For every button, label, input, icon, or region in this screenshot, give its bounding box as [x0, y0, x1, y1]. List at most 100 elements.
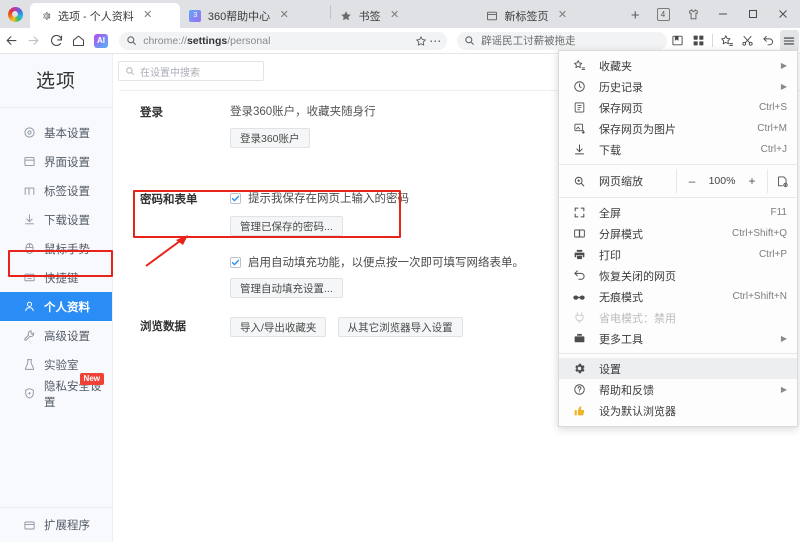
- settings-search-box[interactable]: 在设置中搜索: [118, 61, 264, 81]
- menu-item-fullscreen[interactable]: 全屏 F11: [559, 202, 797, 223]
- sidebar-item-interface[interactable]: 界面设置: [0, 147, 112, 176]
- import-from-other-browser-button[interactable]: 从其它浏览器导入设置: [337, 317, 463, 337]
- sidebar-item-download[interactable]: 下载设置: [0, 205, 112, 234]
- ai-assistant-button[interactable]: AI: [90, 28, 112, 54]
- tab-close-button[interactable]: ✕: [387, 8, 403, 24]
- sidebar-item-shortcuts[interactable]: 快捷键: [0, 263, 112, 292]
- menu-item-download[interactable]: 下载 Ctrl+J: [559, 139, 797, 160]
- menu-item-split-screen[interactable]: 分屏模式 Ctrl+Shift+Q: [559, 223, 797, 244]
- sidebar-item-mouse-gesture[interactable]: 鼠标手势: [0, 234, 112, 263]
- menu-item-help-feedback[interactable]: 帮助和反馈 ▶: [559, 379, 797, 400]
- tab-count-button[interactable]: 4: [648, 0, 678, 28]
- import-export-bookmarks-button[interactable]: 导入/导出收藏夹: [230, 317, 327, 337]
- menu-item-more-tools[interactable]: 更多工具 ▶: [559, 328, 797, 349]
- menu-item-save-page[interactable]: 保存网页 Ctrl+S: [559, 97, 797, 118]
- autofill-label: 启用自动填充功能，以便点按一次即可填写网络表单。: [248, 257, 524, 269]
- login-360-button[interactable]: 登录360账户: [230, 128, 310, 148]
- sidebar-item-basic[interactable]: 基本设置: [0, 118, 112, 147]
- tab-close-button[interactable]: ✕: [140, 8, 156, 24]
- sidebar-item-label: 界面设置: [44, 156, 90, 169]
- more-options-icon[interactable]: ⋯: [428, 34, 442, 48]
- menu-item-incognito[interactable]: 无痕模式 Ctrl+Shift+N: [559, 286, 797, 307]
- chevron-right-icon: ▶: [780, 61, 787, 70]
- download-icon: [571, 143, 587, 156]
- back-arrow-icon[interactable]: [0, 28, 22, 54]
- menu-item-print[interactable]: 打印 Ctrl+P: [559, 244, 797, 265]
- sidebar-item-advanced[interactable]: 高级设置: [0, 321, 112, 350]
- password-save-checkbox[interactable]: [230, 192, 241, 204]
- menu-item-label: 历史记录: [599, 81, 643, 94]
- tab-bookmarks[interactable]: 书签 ✕: [330, 3, 477, 28]
- sidebar-item-privacy[interactable]: 隐私安全设置 New: [0, 373, 112, 409]
- menu-item-label: 恢复关闭的网页: [599, 270, 676, 283]
- tab-360-help[interactable]: 3 360帮助中心 ✕: [179, 3, 330, 28]
- maximize-button[interactable]: [738, 0, 768, 28]
- menu-item-label: 收藏夹: [599, 60, 632, 73]
- menu-item-history[interactable]: 历史记录 ▶: [559, 76, 797, 97]
- search-input[interactable]: 辟谣民工讨薪被拖走: [481, 33, 576, 48]
- apps-grid-icon[interactable]: [689, 30, 708, 52]
- menu-item-favorites[interactable]: 收藏夹 ▶: [559, 55, 797, 76]
- zoom-value: 100%: [708, 175, 736, 187]
- add-favorite-icon[interactable]: [717, 30, 736, 52]
- sidebar-item-label: 基本设置: [44, 127, 90, 140]
- hamburger-menu-icon[interactable]: [779, 29, 799, 52]
- menu-item-label: 下载: [599, 144, 621, 157]
- menu-item-restore-closed-tab[interactable]: 恢复关闭的网页: [559, 265, 797, 286]
- zoom-icon: [571, 175, 587, 188]
- sidebar-item-label: 扩展程序: [44, 520, 90, 532]
- sidebar-item-label: 标签设置: [44, 185, 90, 198]
- sidebar-divider: [0, 107, 112, 108]
- menu-item-settings[interactable]: 设置: [559, 358, 797, 379]
- window-icon: [22, 155, 36, 169]
- menu-item-set-default-browser[interactable]: 设为默认浏览器: [559, 400, 797, 421]
- minimize-button[interactable]: [708, 0, 738, 28]
- sidebar-item-label: 下载设置: [44, 214, 90, 227]
- shirt-icon[interactable]: [678, 0, 708, 28]
- menu-item-battery-saver: 省电模式：禁用: [559, 307, 797, 328]
- home-icon[interactable]: [67, 28, 89, 54]
- tab-options-personal[interactable]: 选项 - 个人资料 ✕: [30, 3, 180, 28]
- chevron-right-icon: ▶: [780, 334, 787, 343]
- search-box[interactable]: 辟谣民工讨薪被拖走: [457, 31, 668, 50]
- zoom-in-button[interactable]: +: [741, 174, 763, 188]
- thumbsup-icon: [571, 404, 587, 417]
- search-icon: [462, 34, 476, 48]
- manage-saved-passwords-button[interactable]: 管理已保存的密码...: [230, 216, 343, 236]
- fit-page-icon[interactable]: [767, 169, 797, 193]
- autofill-checkbox[interactable]: [230, 256, 241, 268]
- menu-item-label: 设置: [599, 363, 621, 376]
- gear-icon: [571, 362, 587, 375]
- url-prefix: chrome://: [143, 34, 187, 47]
- manage-autofill-settings-button[interactable]: 管理自动填充设置...: [230, 278, 343, 298]
- new-tab-button[interactable]: +: [622, 3, 648, 28]
- tab-newtab[interactable]: 新标签页 ✕: [476, 3, 623, 28]
- reload-icon[interactable]: [45, 28, 67, 54]
- password-save-label: 提示我保存在网页上输入的密码: [248, 193, 409, 205]
- tab-close-button[interactable]: ✕: [276, 8, 292, 24]
- ai-badge: AI: [93, 33, 108, 48]
- close-button[interactable]: [768, 0, 798, 28]
- reading-list-icon[interactable]: [668, 30, 687, 52]
- menu-item-shortcut: Ctrl+Shift+N: [732, 291, 787, 302]
- forward-arrow-icon[interactable]: [22, 28, 44, 54]
- search-icon: [124, 34, 138, 48]
- autofill-enable-row[interactable]: 启用自动填充功能，以便点按一次即可填写网络表单。: [230, 254, 524, 270]
- star-icon[interactable]: [414, 34, 428, 48]
- tab-title: 书签: [358, 10, 381, 23]
- sidebar-item-tabs[interactable]: 标签设置: [0, 176, 112, 205]
- address-bar[interactable]: chrome://settings/personal ⋯: [119, 31, 448, 50]
- scissors-icon[interactable]: [738, 30, 757, 52]
- tab-close-button[interactable]: ✕: [555, 8, 571, 24]
- sidebar-item-personal[interactable]: 个人资料: [0, 292, 112, 321]
- section-password-forms: 密码和表单 提示我保存在网页上输入的密码 管理已保存的密码... 启用自动填充功…: [140, 190, 524, 298]
- menu-item-label: 更多工具: [599, 333, 643, 346]
- 360-icon: 3: [189, 9, 202, 22]
- undo-icon[interactable]: [759, 30, 778, 52]
- zoom-out-button[interactable]: –: [681, 174, 703, 188]
- password-save-prompt-row[interactable]: 提示我保存在网页上输入的密码: [230, 190, 524, 206]
- menu-item-save-page-image[interactable]: 保存网页为图片 Ctrl+M: [559, 118, 797, 139]
- menu-item-label: 分屏模式: [599, 228, 643, 241]
- settings-search-input[interactable]: 在设置中搜索: [140, 64, 200, 79]
- sidebar-item-extensions[interactable]: 扩展程序: [0, 508, 113, 542]
